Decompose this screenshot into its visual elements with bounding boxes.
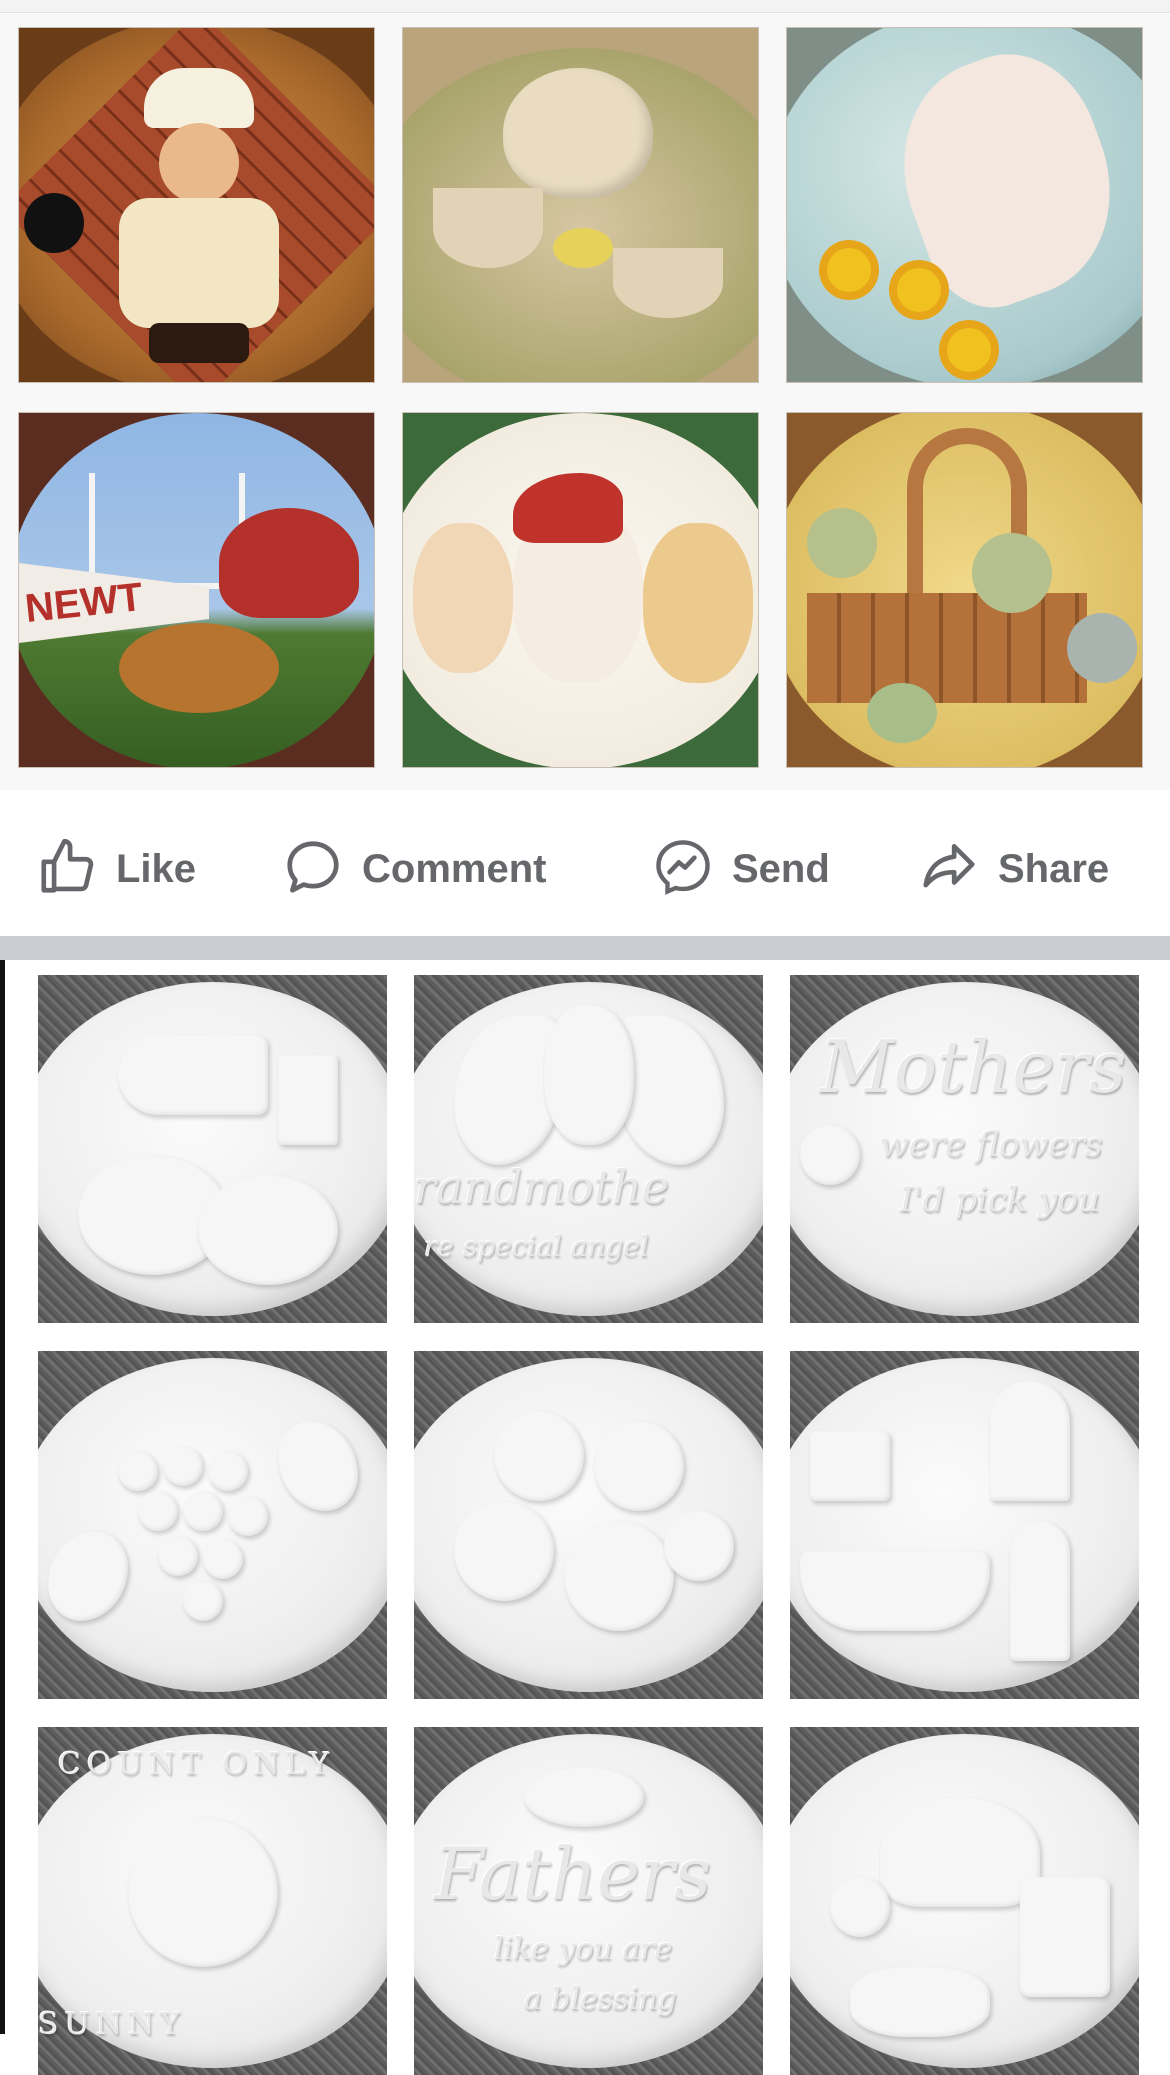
like-you-are-text: like you are (494, 1932, 673, 1967)
photo-tea-set-plaque[interactable] (402, 27, 759, 383)
photo-baseball-plaque[interactable] (790, 1727, 1139, 2075)
speech-bubble-icon (282, 836, 344, 903)
a-blessing-text: a blessing (524, 1982, 677, 2017)
bisque-plaque-gallery[interactable]: randmothe re special angel Mothers were … (0, 960, 1170, 2075)
pick-you-text: I'd pick you (900, 1180, 1101, 1220)
post-action-bar: Like Comment Send Share (0, 800, 1170, 936)
send-label: Send (732, 846, 830, 891)
grandmother-text: randmothe (414, 1160, 670, 1214)
sunny-text: SUNNY (38, 2007, 187, 2042)
like-button[interactable]: Like (36, 838, 196, 900)
photo-yarn-basket-plaque[interactable] (786, 412, 1143, 768)
count-only-text: COUNT ONLY (58, 1747, 336, 1782)
painted-plaque-gallery[interactable]: NEWT (0, 14, 1170, 790)
send-button[interactable]: Send (652, 838, 830, 900)
photo-fathers-plaque[interactable]: Fathers like you are a blessing (414, 1727, 763, 2075)
share-button[interactable]: Share (918, 838, 1109, 900)
photo-mothers-plaque[interactable]: Mothers were flowers I'd pick you (790, 975, 1139, 1323)
like-label: Like (116, 846, 197, 891)
photo-football-plaque[interactable]: NEWT (18, 412, 375, 768)
top-divider (0, 0, 1170, 13)
photo-bathroom-plaque[interactable] (790, 1351, 1139, 1699)
photo-horse-plaque[interactable] (786, 27, 1143, 383)
comment-button[interactable]: Comment (282, 838, 546, 900)
share-arrow-icon (918, 836, 980, 903)
photo-chef-plaque[interactable] (18, 27, 375, 383)
share-label: Share (998, 846, 1110, 891)
messenger-icon (652, 836, 714, 903)
special-angels-text: re special angel (424, 1230, 650, 1263)
photo-puppies-plaque[interactable] (402, 412, 759, 768)
left-edge-bar (0, 960, 5, 2034)
flowers-text: were flowers (880, 1125, 1103, 1165)
comment-label: Comment (362, 846, 547, 891)
mothers-title-text: Mothers (820, 1025, 1127, 1109)
photo-grandmother-angel-plaque[interactable]: randmothe re special angel (414, 975, 763, 1323)
post-separator (0, 936, 1170, 960)
photo-mailbox-pumpkin-plaque[interactable] (38, 975, 387, 1323)
photo-roses-plaque[interactable] (414, 1351, 763, 1699)
fathers-title-text: Fathers (434, 1832, 712, 1916)
photo-sun-plaque[interactable]: COUNT ONLY SUNNY (38, 1727, 387, 2075)
photo-grapes-plaque[interactable] (38, 1351, 387, 1699)
thumbs-up-icon (36, 836, 98, 903)
